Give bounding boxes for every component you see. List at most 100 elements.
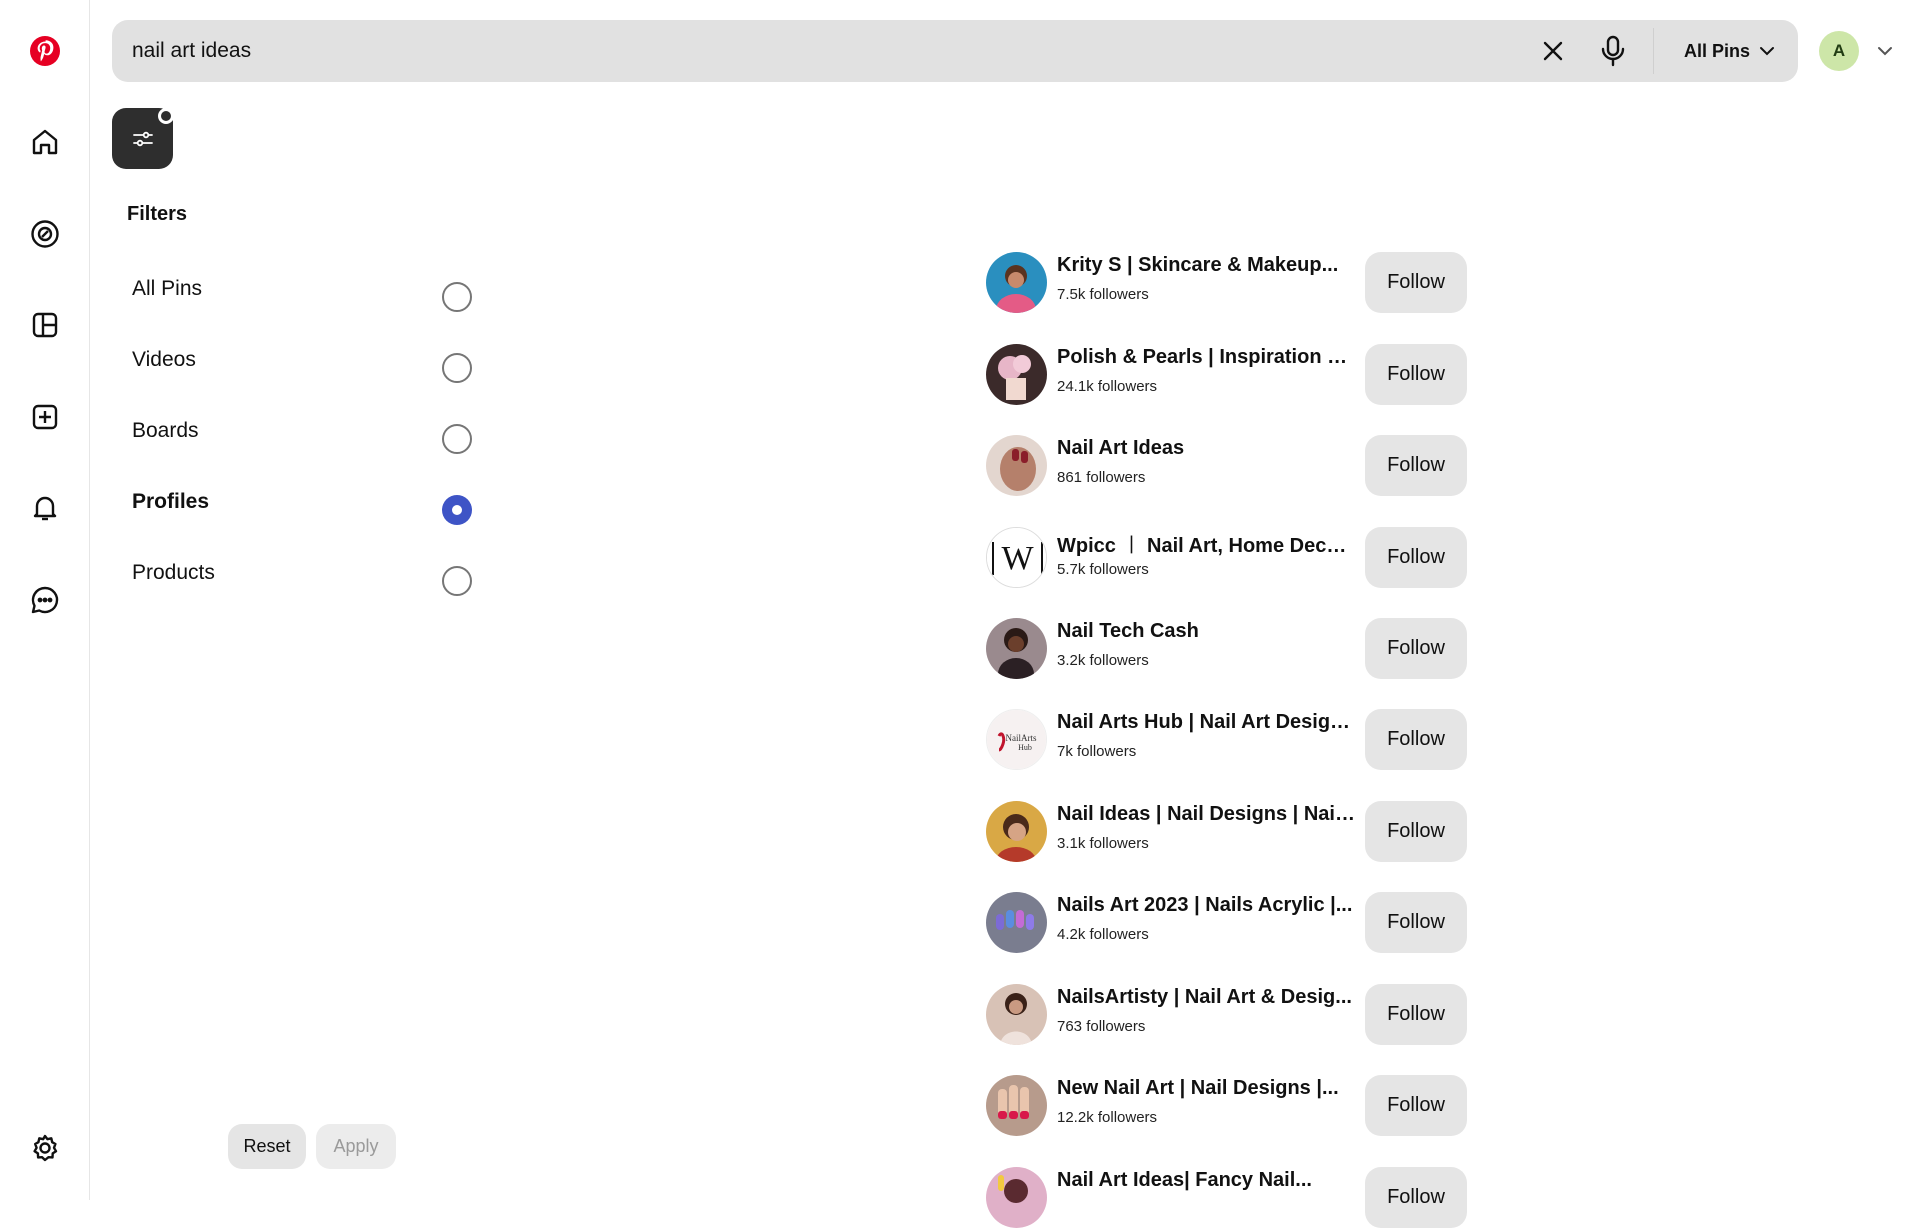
filter-option-all-pins[interactable]: All Pins (132, 266, 472, 312)
filter-radio[interactable] (442, 566, 472, 596)
profile-row: Nail Art Ideas| Fancy Nail... Follow (986, 1165, 1467, 1229)
filters-heading: Filters (127, 203, 188, 225)
follow-button[interactable]: Follow (1365, 618, 1467, 679)
settings-icon (33, 1134, 58, 1162)
profile-name[interactable]: New Nail Art | Nail Designs |... (1057, 1077, 1357, 1100)
profile-name[interactable]: Nail Arts Hub | Nail Art Design... (1057, 711, 1357, 734)
follow-button[interactable]: Follow (1365, 984, 1467, 1045)
settings-nav-button[interactable] (21, 1125, 69, 1173)
filter-option-boards[interactable]: Boards (132, 408, 472, 454)
profile-avatar[interactable] (986, 1167, 1047, 1228)
profile-avatar[interactable]: W (986, 527, 1047, 588)
follow-button[interactable]: Follow (1365, 1075, 1467, 1136)
follow-button[interactable]: Follow (1365, 709, 1467, 770)
filter-option-products[interactable]: Products (132, 550, 472, 596)
follow-button[interactable]: Follow (1365, 892, 1467, 953)
explore-nav-button[interactable] (21, 210, 69, 258)
filter-option-label: Boards (132, 419, 199, 442)
filter-radio[interactable] (442, 353, 472, 383)
profile-row: Nails Art 2023 | Nails Acrylic |... 4.2k… (986, 890, 1467, 954)
filter-active-dot (158, 108, 174, 124)
profile-avatar[interactable] (986, 435, 1047, 496)
home-nav-button[interactable] (21, 118, 69, 166)
apply-button[interactable]: Apply (316, 1124, 396, 1169)
profile-avatar[interactable] (986, 984, 1047, 1045)
profile-name[interactable]: Wpicc ︱ Nail Art, Home Decor... (1057, 529, 1357, 558)
follow-button[interactable]: Follow (1365, 801, 1467, 862)
profile-row: Nail Tech Cash 3.2k followers Follow (986, 616, 1467, 680)
create-board-icon (32, 312, 58, 338)
svg-text:NailArts: NailArts (1006, 733, 1037, 743)
profile-followers: 4.2k followers (1057, 926, 1149, 943)
chevron-down-icon (1878, 47, 1892, 56)
filter-radio-selected[interactable] (442, 495, 472, 525)
search-bar: All Pins (112, 20, 1798, 82)
profile-row: Krity S | Skincare & Makeup... 7.5k foll… (986, 250, 1467, 314)
profile-avatar[interactable] (986, 801, 1047, 862)
account-menu-button[interactable] (1872, 38, 1898, 64)
home-icon (32, 129, 58, 155)
filter-option-videos[interactable]: Videos (132, 337, 472, 383)
profile-followers: 3.2k followers (1057, 652, 1149, 669)
follow-button[interactable]: Follow (1365, 1167, 1467, 1228)
notifications-icon (33, 496, 57, 521)
account-avatar[interactable]: A (1819, 31, 1859, 71)
profile-name[interactable]: NailsArtisty | Nail Art & Desig... (1057, 986, 1357, 1009)
filter-radio[interactable] (442, 424, 472, 454)
filter-radio[interactable] (442, 282, 472, 312)
clear-search-button[interactable] (1531, 29, 1575, 73)
microphone-icon (1601, 35, 1625, 67)
profile-name[interactable]: Nail Tech Cash (1057, 620, 1357, 643)
filters-toggle-button[interactable] (112, 108, 174, 169)
pinterest-logo-icon (30, 36, 60, 66)
profile-name[interactable]: Nail Ideas | Nail Designs | Nail... (1057, 803, 1357, 826)
filter-option-label: All Pins (132, 277, 203, 300)
reset-button[interactable]: Reset (228, 1124, 306, 1169)
profile-name[interactable]: Krity S | Skincare & Makeup... (1057, 254, 1357, 277)
create-nav-button[interactable] (21, 393, 69, 441)
messages-icon (31, 586, 59, 614)
profile-name[interactable]: Nail Art Ideas (1057, 437, 1357, 460)
follow-button[interactable]: Follow (1365, 344, 1467, 405)
profile-followers: 24.1k followers (1057, 378, 1158, 395)
profile-followers: 12.2k followers (1057, 1109, 1158, 1126)
voice-search-button[interactable] (1591, 29, 1635, 73)
profile-avatar[interactable] (986, 618, 1047, 679)
profile-row: Nail Art Ideas 861 followers Follow (986, 433, 1467, 497)
profile-avatar[interactable] (986, 1075, 1047, 1136)
chevron-down-icon (1760, 47, 1774, 56)
profile-row: Nail Ideas | Nail Designs | Nail... 3.1k… (986, 799, 1467, 863)
search-divider (1652, 28, 1654, 74)
profile-row: NailsArtisty | Nail Art & Desig... 763 f… (986, 982, 1467, 1046)
profile-row: NailArts Hub Nail Arts Hub | Nail Art Des… (986, 707, 1467, 771)
profile-name[interactable]: Polish & Pearls | Inspiration an... (1057, 346, 1357, 369)
profile-followers: 5.7k followers (1057, 561, 1149, 578)
filter-option-label: Videos (132, 348, 196, 371)
filter-option-label: Profiles (132, 490, 210, 513)
filter-option-profiles[interactable]: Profiles (132, 479, 472, 525)
profile-avatar[interactable] (986, 344, 1047, 405)
svg-text:Hub: Hub (1018, 743, 1032, 752)
follow-button[interactable]: Follow (1365, 435, 1467, 496)
follow-button[interactable]: Follow (1365, 252, 1467, 313)
svg-text:W: W (1001, 540, 1034, 577)
messages-nav-button[interactable] (21, 576, 69, 624)
pinterest-logo[interactable] (21, 27, 69, 75)
profile-avatar[interactable]: NailArts Hub (986, 709, 1047, 770)
filter-sliders-icon (132, 131, 153, 146)
follow-button[interactable]: Follow (1365, 527, 1467, 588)
profile-followers: 861 followers (1057, 469, 1146, 486)
profile-name[interactable]: Nail Art Ideas| Fancy Nail... (1057, 1169, 1357, 1192)
profile-row: Polish & Pearls | Inspiration an... 24.1… (986, 342, 1467, 406)
notifications-nav-button[interactable] (21, 484, 69, 532)
profile-followers: 763 followers (1057, 1018, 1146, 1035)
boards-nav-button[interactable] (21, 301, 69, 349)
close-icon (1543, 41, 1563, 61)
profile-name[interactable]: Nails Art 2023 | Nails Acrylic |... (1057, 894, 1357, 917)
filter-option-label: Products (132, 561, 215, 584)
profile-avatar[interactable] (986, 892, 1047, 953)
profile-avatar[interactable] (986, 252, 1047, 313)
profile-row: New Nail Art | Nail Designs |... 12.2k f… (986, 1073, 1467, 1137)
search-input[interactable] (112, 20, 1531, 82)
search-scope-dropdown[interactable]: All Pins (1670, 41, 1798, 62)
